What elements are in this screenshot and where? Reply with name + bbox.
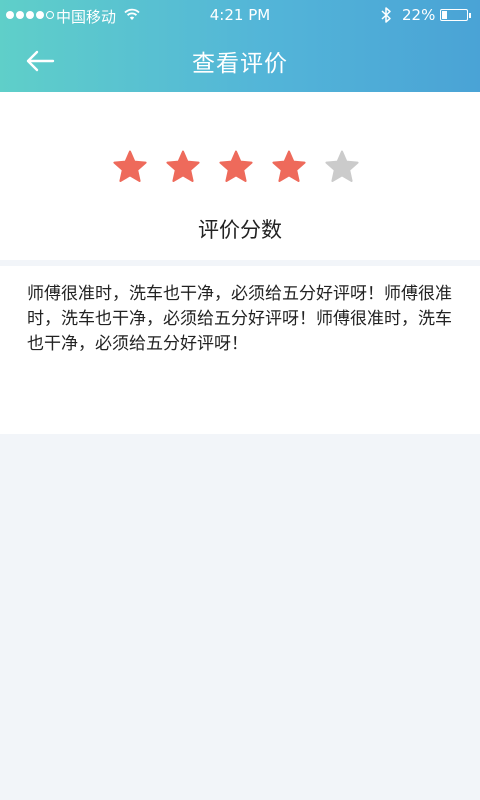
review-section: 师傅很准时，洗车也干净，必须给五分好评呀！师傅很准时，洗车也干净，必须给五分好评…: [0, 266, 480, 434]
star-filled-icon: [272, 150, 306, 182]
page-title: 查看评价: [192, 51, 288, 77]
star-filled-icon: [113, 150, 147, 182]
battery-tip: [469, 13, 471, 18]
star-filled-icon: [166, 150, 200, 182]
battery-percentage: 22%: [402, 6, 436, 24]
rating-section: 评价分数: [0, 92, 480, 260]
battery-level: [442, 11, 447, 19]
star-filled-icon: [219, 150, 253, 182]
status-bar: 中国移动 4:21 PM 22%: [0, 0, 480, 32]
star-rating: [112, 150, 360, 184]
app-header: 中国移动 4:21 PM 22% 查看评价: [0, 0, 480, 92]
battery-icon: [440, 9, 468, 21]
review-text: 师傅很准时，洗车也干净，必须给五分好评呀！师傅很准时，洗车也干净，必须给五分好评…: [27, 284, 452, 354]
rating-label: 评价分数: [198, 218, 282, 242]
bluetooth-icon: [381, 7, 391, 23]
star-empty-icon: [325, 150, 359, 182]
